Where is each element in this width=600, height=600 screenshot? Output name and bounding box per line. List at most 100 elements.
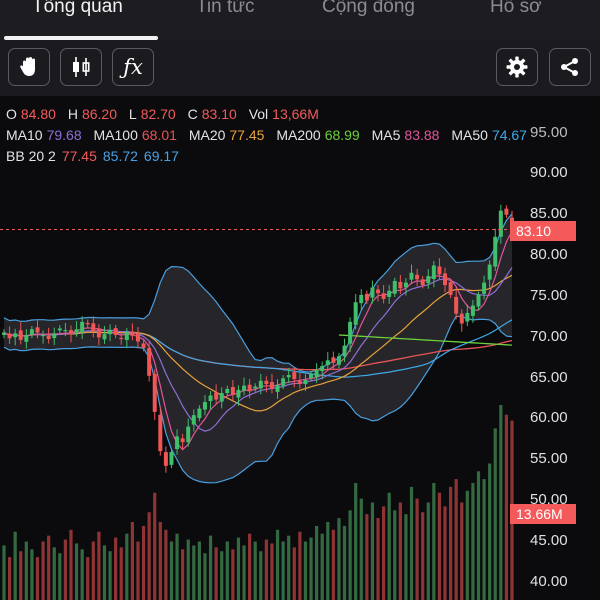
volume-bar bbox=[231, 549, 235, 600]
volume-bar bbox=[153, 492, 157, 600]
candle-body bbox=[269, 382, 274, 389]
volume-bar bbox=[499, 405, 503, 600]
volume-bar bbox=[393, 510, 397, 600]
volume-bar bbox=[192, 545, 196, 600]
candle-body bbox=[415, 274, 420, 280]
y-tick-label: 55.00 bbox=[530, 450, 568, 468]
candle-body bbox=[236, 389, 241, 398]
candle-body bbox=[102, 334, 107, 340]
candle-body bbox=[498, 210, 503, 237]
candle-body bbox=[364, 293, 369, 301]
chart-type-button[interactable] bbox=[60, 48, 102, 86]
ma100-value: 68.01 bbox=[141, 127, 177, 143]
candle-body bbox=[63, 330, 68, 332]
volume-bar bbox=[281, 541, 285, 600]
volume-bar bbox=[270, 543, 274, 600]
volume-bar bbox=[415, 498, 419, 600]
volume-bar bbox=[421, 512, 425, 600]
tab-tin-tuc[interactable]: Tin tức bbox=[196, 0, 254, 22]
indicators-button[interactable]: ƒx bbox=[112, 48, 154, 86]
ma200-label: MA200 bbox=[276, 127, 321, 143]
settings-button[interactable] bbox=[496, 48, 538, 86]
volume-bar bbox=[19, 551, 23, 600]
candle-body bbox=[292, 372, 297, 380]
volume-bar bbox=[220, 551, 224, 600]
volume-bar bbox=[52, 547, 56, 600]
candle-body bbox=[119, 337, 124, 340]
candle-body bbox=[325, 360, 330, 366]
y-tick-label: 60.00 bbox=[530, 409, 568, 427]
candle-body bbox=[392, 280, 397, 294]
candle-body bbox=[504, 208, 509, 215]
candle-body bbox=[454, 296, 459, 314]
candle-body bbox=[91, 323, 96, 332]
share-button[interactable] bbox=[549, 48, 591, 86]
bb-upper-value: 77.45 bbox=[61, 148, 97, 164]
candle-body bbox=[152, 373, 157, 412]
volume-bar bbox=[303, 541, 308, 600]
ma10-value: 79.68 bbox=[46, 127, 82, 143]
tab-tong-quan[interactable]: Tổng quan bbox=[32, 0, 123, 22]
volume-bar bbox=[58, 553, 62, 600]
candle-body bbox=[57, 328, 62, 331]
tab-ho-so[interactable]: Hồ sơ bbox=[490, 0, 542, 22]
candle-body bbox=[163, 452, 168, 466]
candle-body bbox=[303, 379, 308, 385]
volume-bar bbox=[504, 414, 509, 600]
tab-cong-dong[interactable]: Cộng đồng bbox=[322, 0, 415, 22]
volume-bar bbox=[86, 557, 90, 600]
candle-body bbox=[336, 356, 341, 365]
volume-bar bbox=[432, 483, 436, 600]
ohlc-row: O 84.80 H 86.20 L 82.70 C 83.10 Vol 13,66M bbox=[6, 104, 531, 125]
bb-label: BB 20 2 bbox=[6, 148, 56, 164]
volume-bar bbox=[488, 463, 492, 600]
volume-bar bbox=[169, 541, 174, 600]
candle-body bbox=[108, 330, 113, 335]
candle-body bbox=[476, 294, 481, 307]
candle-body bbox=[68, 330, 73, 335]
volume-bar bbox=[197, 541, 201, 600]
candle-body bbox=[74, 329, 79, 333]
volume-bar bbox=[13, 531, 17, 600]
candle-body bbox=[186, 426, 191, 443]
candle-body bbox=[381, 293, 386, 299]
candle-body bbox=[141, 343, 146, 349]
ma50-label: MA50 bbox=[451, 127, 488, 143]
volume-bar bbox=[348, 510, 352, 600]
volume-bar bbox=[342, 525, 347, 600]
candle-body bbox=[465, 312, 470, 322]
last-price-tag: 83.10 bbox=[510, 221, 576, 241]
volume-bar bbox=[214, 547, 218, 600]
candle-body bbox=[376, 289, 381, 294]
candle-body bbox=[342, 345, 347, 357]
volume-bar bbox=[236, 537, 241, 600]
candle-body bbox=[208, 395, 213, 402]
candle-body bbox=[197, 408, 202, 419]
candle-body bbox=[409, 272, 414, 280]
candle-body bbox=[459, 313, 464, 324]
low-label: L bbox=[128, 106, 137, 122]
ma200-value: 68.99 bbox=[324, 127, 360, 143]
volume-bar bbox=[141, 525, 146, 600]
ma5-value: 83.88 bbox=[404, 127, 440, 143]
candle-body bbox=[230, 386, 235, 395]
ma5-label: MA5 bbox=[371, 127, 401, 143]
candle-body bbox=[247, 384, 252, 392]
candle-body bbox=[470, 305, 475, 316]
crosshair-mode-button[interactable] bbox=[8, 48, 50, 86]
candle-body bbox=[370, 287, 375, 298]
volume-bar bbox=[471, 483, 475, 600]
candle-body bbox=[80, 321, 85, 333]
bollinger-row: BB 20 2 77.45 85.72 69.17 bbox=[6, 146, 531, 167]
candle-body bbox=[175, 436, 180, 449]
volume-bar bbox=[74, 543, 79, 600]
volume-bar bbox=[326, 522, 330, 600]
volume-bar bbox=[69, 529, 73, 600]
volume-bar bbox=[331, 529, 335, 600]
price-chart[interactable] bbox=[0, 96, 600, 600]
high-value: 86.20 bbox=[81, 106, 117, 122]
volume-bar bbox=[30, 549, 34, 600]
candle-body bbox=[281, 378, 286, 386]
volume-bar bbox=[292, 547, 296, 600]
chart-canvas[interactable] bbox=[0, 96, 600, 600]
